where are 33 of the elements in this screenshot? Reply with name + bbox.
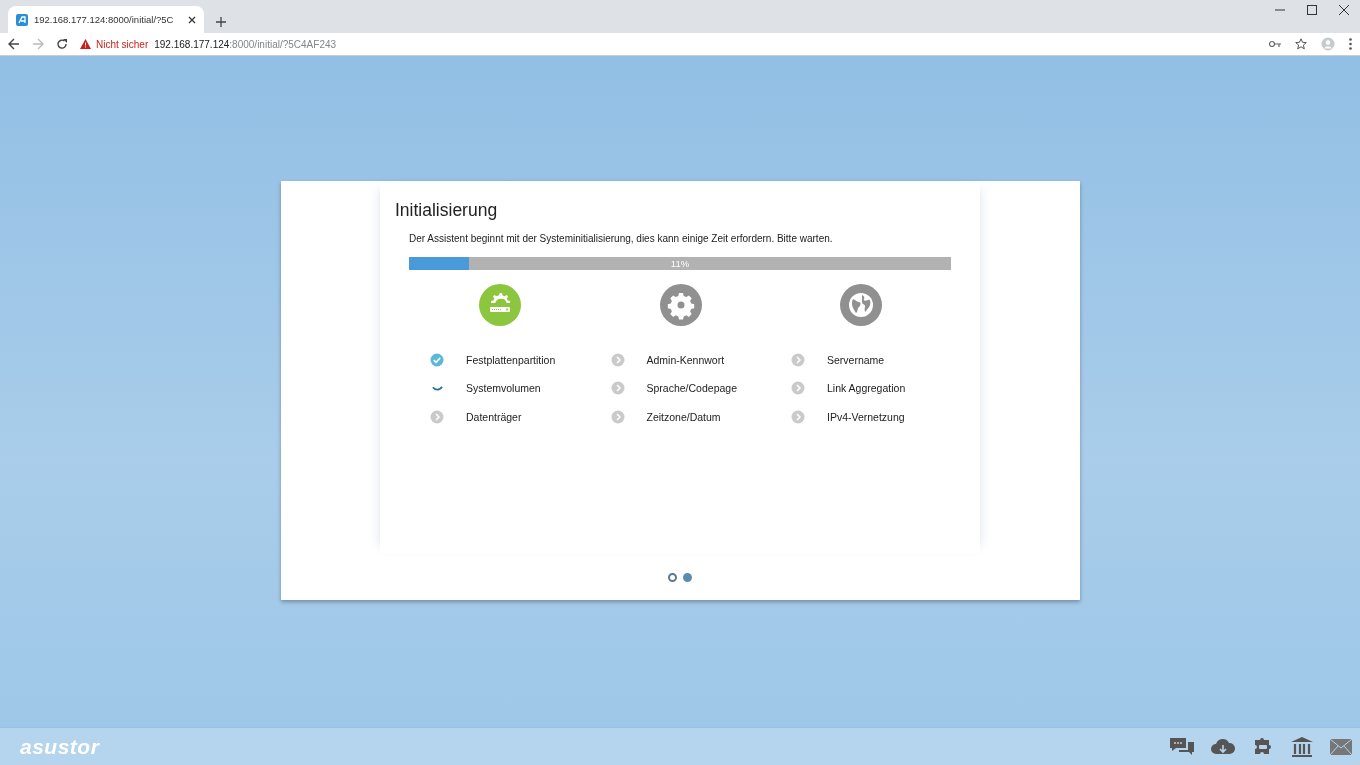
app-icon xyxy=(16,13,28,26)
new-tab-icon[interactable] xyxy=(216,17,226,27)
close-icon[interactable] xyxy=(188,15,196,24)
step-label: Systemvolumen xyxy=(466,382,541,395)
url-text[interactable]: 192.168.177.124:8000/initial/?5C4AF243 xyxy=(154,38,337,50)
asustor-logo: asustor xyxy=(20,734,100,759)
step-label: Sprache/Codepage xyxy=(646,382,737,395)
browser-tab[interactable]: 192.168.177.124:8000/initial/?5C xyxy=(8,6,204,33)
step-label: IPv4-Vernetzung xyxy=(827,410,905,423)
warning-icon xyxy=(80,39,91,49)
step-label: Zeitzone/Datum xyxy=(646,410,721,423)
menu-icon[interactable] xyxy=(1349,38,1352,50)
page-dot[interactable] xyxy=(668,573,677,582)
step-label: Datenträger xyxy=(466,410,522,423)
step-label: Admin-Kennwort xyxy=(646,354,725,367)
mail-icon[interactable] xyxy=(1330,738,1352,755)
tab-title: 192.168.177.124:8000/initial/?5C xyxy=(34,14,175,25)
chat-icon[interactable] xyxy=(1170,736,1194,757)
back-icon[interactable] xyxy=(8,38,20,50)
step-label: Servername xyxy=(827,354,885,367)
star-icon[interactable] xyxy=(1295,38,1307,50)
key-icon[interactable] xyxy=(1269,40,1281,48)
reload-icon[interactable] xyxy=(56,38,68,50)
cloud-download-icon[interactable] xyxy=(1211,737,1235,756)
step-label: Festplattenpartition xyxy=(466,354,556,367)
security-warning[interactable]: Nicht sicher xyxy=(80,38,149,50)
progress-label: 11% xyxy=(670,258,690,269)
step-label: Link Aggregation xyxy=(827,382,906,395)
bank-icon[interactable] xyxy=(1291,736,1313,757)
wizard-description: Der Assistent beginnt mit der Systeminitialisierung, dies kann einige Zeit erfordern. Bitte warten. xyxy=(409,233,834,244)
wizard-title: Initialisierung xyxy=(395,200,499,221)
page-dot[interactable] xyxy=(683,573,692,582)
puzzle-icon[interactable] xyxy=(1252,736,1274,757)
